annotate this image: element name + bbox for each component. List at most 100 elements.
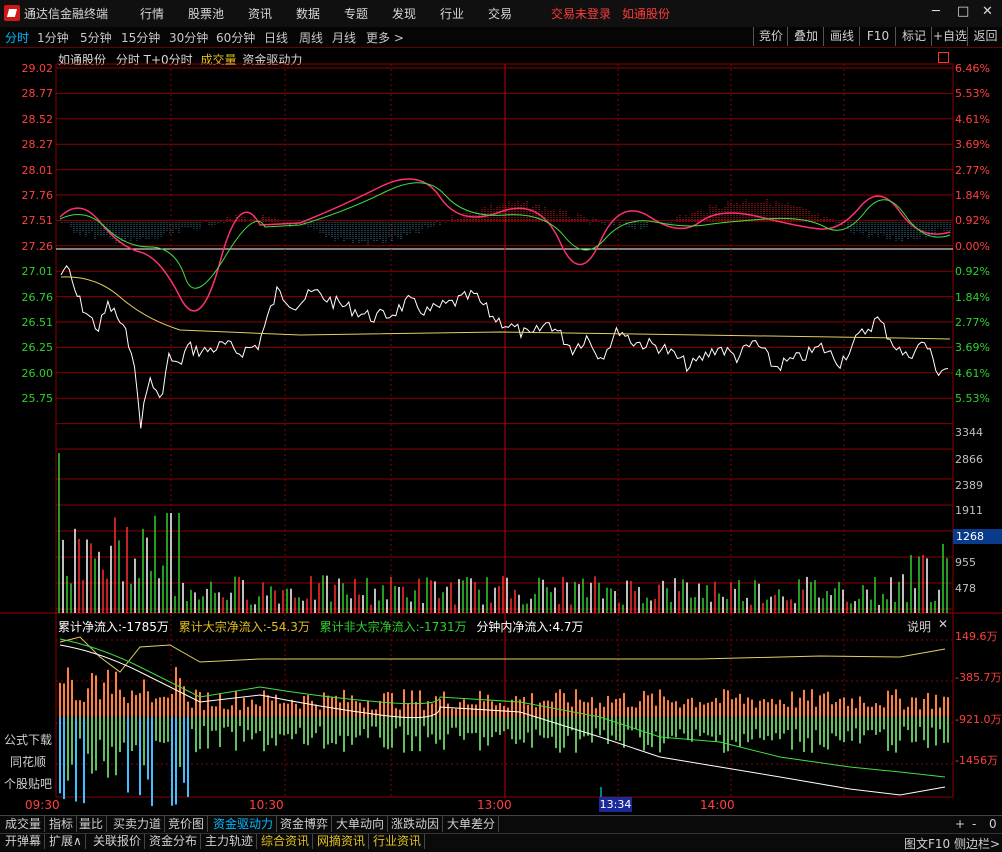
flow-nonbig: 累计非大宗净流入:-1731万 — [319, 620, 467, 634]
period-7[interactable]: 周线 — [299, 29, 323, 46]
period-8[interactable]: 月线 — [332, 29, 356, 46]
indicator-tab-7[interactable]: 大单动向 — [333, 816, 389, 832]
price-tick-1: 28.77 — [21, 87, 54, 101]
period-1[interactable]: 1分钟 — [37, 29, 69, 46]
info-tab-2[interactable]: 关联报价 — [90, 834, 146, 849]
pct-tick-1: 5.53% — [955, 87, 990, 101]
price-tick-10: 26.51 — [21, 316, 54, 329]
pct-tick-7: 0.00% — [955, 239, 990, 253]
stock-forum-button[interactable]: 个股贴吧 — [0, 775, 56, 792]
f10-graphic-button[interactable]: 图文F10 — [904, 835, 950, 852]
indicator-tab-3[interactable]: 买卖力道 — [110, 816, 166, 832]
menu-data[interactable]: 数据 — [296, 5, 320, 22]
indicator-tab-6[interactable]: 资金博弈 — [277, 816, 333, 832]
explain-button[interactable]: 说明 — [907, 618, 931, 635]
period-4[interactable]: 30分钟 — [169, 29, 208, 46]
menu-trade[interactable]: 交易 — [488, 5, 512, 22]
zoom-reset-button[interactable]: 0 — [989, 817, 997, 831]
overlay-button[interactable]: 叠加 — [787, 27, 824, 46]
menu-stock-pool[interactable]: 股票池 — [188, 5, 224, 22]
pct-tick-10: 2.77% — [955, 316, 990, 329]
app-logo-icon — [4, 5, 20, 21]
volume-tick-3: 1911 — [955, 504, 983, 517]
volume-tick-0: 3344 — [955, 426, 983, 439]
period-2[interactable]: 5分钟 — [80, 29, 112, 46]
menu-market[interactable]: 行情 — [140, 5, 164, 22]
draw-button[interactable]: 画线 — [823, 27, 860, 46]
intraday-chart[interactable] — [0, 47, 1002, 815]
volume-tick-2: 2389 — [955, 479, 983, 492]
pct-tick-0: 6.46% — [955, 62, 990, 75]
price-tick-8: 27.01 — [21, 265, 54, 279]
volume-tick-1: 2866 — [955, 453, 983, 466]
price-tick-5: 27.76 — [21, 189, 54, 202]
pct-tick-5: 1.84% — [955, 189, 990, 202]
pct-tick-6: 0.92% — [955, 214, 990, 228]
mark-button[interactable]: 标记 — [895, 27, 932, 46]
period-3[interactable]: 15分钟 — [121, 29, 160, 46]
period-9[interactable]: 更多 > — [366, 29, 404, 46]
pct-tick-11: 3.69% — [955, 341, 990, 355]
price-tick-13: 25.75 — [21, 392, 54, 406]
price-tick-2: 28.52 — [21, 112, 54, 126]
info-tab-1[interactable]: 扩展∧ — [46, 834, 86, 849]
indicator-tab-1[interactable]: 指标 — [46, 816, 78, 832]
zoom-out-button[interactable]: - — [972, 817, 976, 831]
menu-topics[interactable]: 专题 — [344, 5, 368, 22]
flow-tick-1: -385.7万 — [955, 671, 1002, 684]
indicator-tab-8[interactable]: 涨跌动因 — [388, 816, 444, 832]
formula-download-button[interactable]: 公式下载 — [0, 731, 56, 748]
maximize-icon[interactable]: □ — [957, 4, 969, 19]
flow-big: 累计大宗净流入:-54.3万 — [178, 620, 310, 634]
period-6[interactable]: 日线 — [264, 29, 288, 46]
app-title: 通达信金融终端 — [24, 7, 109, 21]
price-tick-7: 27.26 — [21, 239, 54, 253]
price-tick-6: 27.51 — [21, 214, 54, 228]
flow-header: 累计净流入:-1785万 累计大宗净流入:-54.3万 累计非大宗净流入:-17… — [58, 618, 584, 635]
zoom-in-button[interactable]: + — [955, 817, 965, 831]
menu-discover[interactable]: 发现 — [392, 5, 416, 22]
price-tick-4: 28.01 — [21, 163, 54, 177]
time-label-1400: 14:00 — [700, 798, 735, 812]
f10-button[interactable]: F10 — [859, 27, 896, 46]
volume-highlight: 1268 — [953, 529, 1002, 544]
pct-tick-3: 3.69% — [955, 138, 990, 152]
info-tab-4[interactable]: 主力轨迹 — [202, 834, 258, 849]
period-5[interactable]: 60分钟 — [216, 29, 255, 46]
login-status[interactable]: 交易未登录 — [551, 5, 611, 22]
price-tick-3: 28.27 — [21, 138, 54, 152]
menu-industry[interactable]: 行业 — [440, 5, 464, 22]
price-tick-11: 26.25 — [21, 341, 54, 355]
indicator-tab-9[interactable]: 大单差分 — [444, 816, 500, 832]
indicator-tab-4[interactable]: 竞价图 — [165, 816, 209, 832]
info-tab-0[interactable]: 开弹幕 — [2, 834, 46, 849]
flow-minute: 分钟内净流入:4.7万 — [476, 620, 584, 634]
flow-total: 累计净流入:-1785万 — [58, 620, 169, 634]
price-tick-0: 29.02 — [21, 62, 54, 75]
volume-tick-6: 478 — [955, 582, 976, 595]
indicator-tab-2[interactable]: 量比 — [76, 816, 108, 832]
sidebar-toggle-button[interactable]: 侧边栏> — [954, 835, 1000, 852]
time-label-1300: 13:00 — [477, 798, 512, 812]
pct-tick-4: 2.77% — [955, 163, 990, 177]
stock-name-title: 如通股份 — [622, 7, 671, 21]
close-panel-icon[interactable]: ✕ — [938, 617, 948, 631]
info-tab-7[interactable]: 行业资讯 — [370, 834, 426, 849]
indicator-tab-0[interactable]: 成交量 — [2, 816, 46, 832]
indicator-tab-5[interactable]: 资金驱动力 — [210, 816, 278, 832]
pct-tick-8: 0.92% — [955, 265, 990, 279]
auction-button[interactable]: 竞价 — [753, 27, 788, 46]
flow-tick-2: -921.0万 — [955, 713, 1002, 726]
minimize-icon[interactable]: ─ — [932, 4, 940, 19]
back-button[interactable]: 返回 — [967, 27, 1002, 46]
period-0[interactable]: 分时 — [5, 29, 29, 46]
flow-tick-3: -1456万 — [955, 754, 998, 767]
menu-news[interactable]: 资讯 — [248, 5, 272, 22]
info-tab-3[interactable]: 资金分布 — [146, 834, 202, 849]
tonghuashun-button[interactable]: 同花顺 — [0, 753, 56, 770]
add-watchlist-button[interactable]: +自选 — [931, 27, 968, 46]
close-icon[interactable]: ✕ — [982, 4, 993, 19]
info-tab-6[interactable]: 网摘资讯 — [314, 834, 370, 849]
info-tab-5[interactable]: 综合资讯 — [258, 834, 314, 849]
pct-tick-12: 4.61% — [955, 366, 990, 380]
